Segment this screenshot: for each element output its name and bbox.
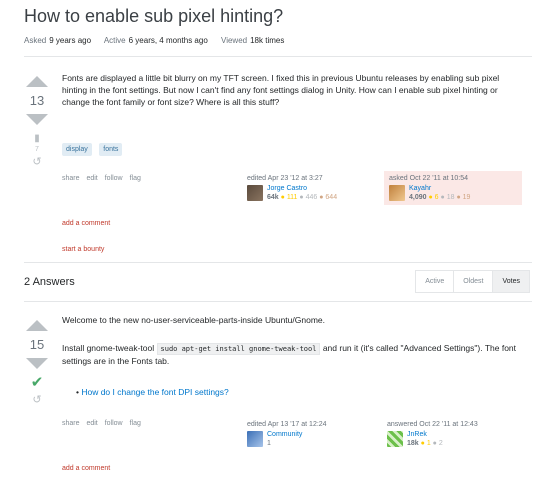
downvote-icon[interactable]: [26, 358, 48, 369]
bookmark-icon[interactable]: ▮: [22, 133, 52, 144]
silver-badges: ● 2: [432, 440, 443, 447]
answered-time[interactable]: answered Oct 22 '11 at 12:43: [387, 421, 517, 428]
gold-badges: ● 6: [428, 194, 439, 201]
add-comment-link[interactable]: add a comment: [62, 465, 110, 472]
gold-badges: ● 1: [420, 440, 431, 447]
answer-paragraph-2: Install gnome-tweak-tool sudo apt-get in…: [62, 342, 522, 367]
accepted-check-icon: ✔: [30, 374, 44, 391]
answer-text: Install gnome-tweak-tool: [62, 343, 155, 353]
asked-time[interactable]: asked Oct 22 '11 at 10:54: [389, 175, 517, 182]
flag-link[interactable]: flag: [130, 175, 141, 182]
avatar[interactable]: [387, 431, 403, 447]
user-reputation: 1: [267, 440, 271, 447]
share-link[interactable]: share: [62, 420, 80, 427]
edit-link[interactable]: edit: [86, 175, 97, 182]
avatar[interactable]: [389, 185, 405, 201]
answer-bullet-list: • How do I change the font DPI settings?: [76, 387, 229, 397]
answer-post-menu: share edit follow flag: [62, 420, 146, 427]
header-divider: [24, 56, 532, 57]
user-reputation: 64k ● 111 ● 446 ● 644: [247, 194, 377, 201]
user-reputation: 4,090 ● 6 ● 18 ● 19: [389, 194, 517, 201]
user-name[interactable]: Community: [247, 431, 377, 438]
bronze-badges: ● 19: [456, 194, 471, 201]
rep-score: 18k: [407, 440, 419, 447]
answers-count-header: 2 Answers: [24, 276, 75, 288]
history-icon[interactable]: ↺: [22, 393, 52, 406]
answers-divider: [24, 262, 532, 263]
question-vote-column: 13 ▮ 7 ↺: [22, 76, 52, 170]
gold-badges: ● 111: [280, 194, 298, 201]
user-name[interactable]: JnRek: [387, 431, 517, 438]
tab-oldest[interactable]: Oldest: [454, 271, 494, 292]
answer-sort-tabs: Active Oldest Votes: [415, 270, 530, 293]
edit-link[interactable]: edit: [86, 420, 97, 427]
edited-time[interactable]: edited Apr 23 '12 at 3:27: [247, 175, 377, 182]
page: How to enable sub pixel hinting? Asked 9 …: [0, 0, 540, 477]
question-meta: Asked 9 years ago Active 6 years, 4 months…: [24, 36, 295, 45]
upvote-icon[interactable]: [26, 76, 48, 87]
question-body: Fonts are displayed a little bit blurry …: [62, 73, 500, 107]
bronze-badges: ● 644: [319, 194, 338, 201]
answer-editor-signature: edited Apr 13 '17 at 12:24 Community 1: [247, 421, 377, 447]
history-icon[interactable]: ↺: [22, 155, 52, 168]
install-command: sudo apt-get install gnome-tweak-tool: [156, 343, 321, 355]
question-score: 13: [29, 93, 45, 108]
avatar[interactable]: [247, 185, 263, 201]
silver-badges: ● 446: [299, 194, 318, 201]
answer-score: 15: [29, 337, 45, 352]
answer-author-signature: answered Oct 22 '11 at 12:43 JnRek 18k ●…: [387, 421, 517, 447]
dpi-settings-link[interactable]: How do I change the font DPI settings?: [81, 387, 228, 397]
edited-time[interactable]: edited Apr 13 '17 at 12:24: [247, 421, 377, 428]
flag-link[interactable]: flag: [130, 420, 141, 427]
question-post-menu: share edit follow flag: [62, 175, 146, 182]
question-owner-signature: asked Oct 22 '11 at 10:54 Kayahr 4,090 ●…: [384, 171, 522, 205]
start-bounty-link[interactable]: start a bounty: [62, 246, 104, 253]
community-avatar[interactable]: [247, 431, 263, 447]
tab-votes[interactable]: Votes: [493, 271, 529, 292]
viewed-label: Viewed: [221, 36, 248, 45]
active-value[interactable]: 6 years, 4 months ago: [129, 36, 208, 45]
tag-fonts[interactable]: fonts: [99, 143, 123, 156]
answer-top-divider: [24, 301, 532, 302]
follow-link[interactable]: follow: [105, 420, 123, 427]
bookmark-count: 7: [35, 146, 39, 153]
question-title[interactable]: How to enable sub pixel hinting?: [24, 6, 283, 27]
share-link[interactable]: share: [62, 175, 80, 182]
tab-active[interactable]: Active: [416, 271, 455, 292]
tag-display[interactable]: display: [62, 143, 92, 156]
viewed-value: 18k times: [250, 36, 285, 45]
answer-vote-column: 15 ✔ ↺: [22, 320, 52, 408]
downvote-icon[interactable]: [26, 114, 48, 125]
asked-value: 9 years ago: [49, 36, 92, 45]
asked-label: Asked: [24, 36, 47, 45]
user-reputation: 18k ● 1 ● 2: [387, 440, 517, 447]
answer-paragraph-1: Welcome to the new no-user-serviceable-p…: [62, 315, 325, 325]
question-editor-signature: edited Apr 23 '12 at 3:27 Jorge Castro 6…: [247, 175, 377, 201]
rep-score: 64k: [267, 194, 279, 201]
question-tags: display fonts: [62, 138, 125, 156]
active-label: Active: [103, 36, 126, 45]
silver-badges: ● 18: [440, 194, 455, 201]
upvote-icon[interactable]: [26, 320, 48, 331]
user-name[interactable]: Jorge Castro: [247, 185, 377, 192]
user-name[interactable]: Kayahr: [389, 185, 517, 192]
follow-link[interactable]: follow: [105, 175, 123, 182]
rep-score: 4,090: [409, 194, 427, 201]
add-comment-link[interactable]: add a comment: [62, 220, 110, 227]
